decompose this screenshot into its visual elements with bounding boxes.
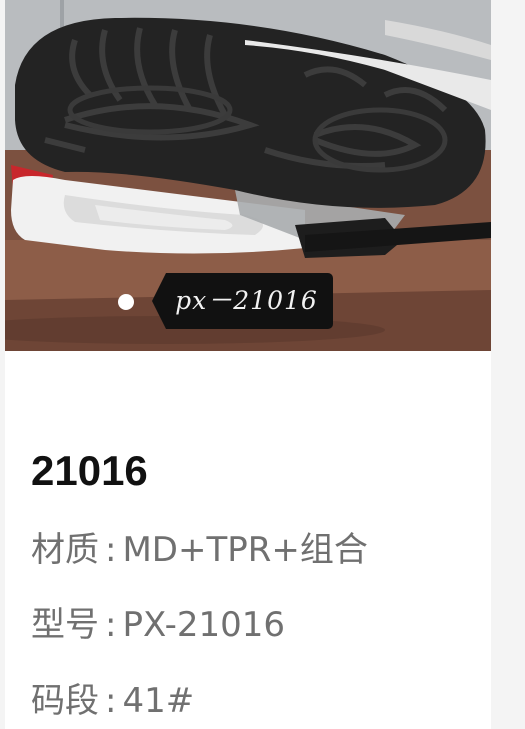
attribute-label: 型号 xyxy=(31,605,99,645)
product-card[interactable]: px－21016 21016 材质: MD+TPR+组合 型号: PX-21016 … xyxy=(5,0,491,729)
attribute-value: PX-21016 xyxy=(122,605,285,645)
tag-dot[interactable] xyxy=(118,294,134,310)
attribute-model: 型号: PX-21016 xyxy=(31,603,285,647)
attribute-size-range: 码段:41# xyxy=(31,679,194,723)
attribute-separator: : xyxy=(105,681,117,721)
attribute-label: 材质 xyxy=(31,530,99,570)
attribute-separator: : xyxy=(105,605,117,645)
attribute-separator: : xyxy=(105,530,117,570)
attribute-material: 材质: MD+TPR+组合 xyxy=(31,528,368,572)
product-image[interactable]: px－21016 xyxy=(5,0,491,351)
attribute-label: 码段 xyxy=(31,681,99,721)
product-title: 21016 xyxy=(31,447,148,494)
attribute-value: 41# xyxy=(122,681,195,721)
image-tag-label[interactable]: px－21016 xyxy=(152,273,333,329)
attribute-value: MD+TPR+组合 xyxy=(122,530,368,570)
